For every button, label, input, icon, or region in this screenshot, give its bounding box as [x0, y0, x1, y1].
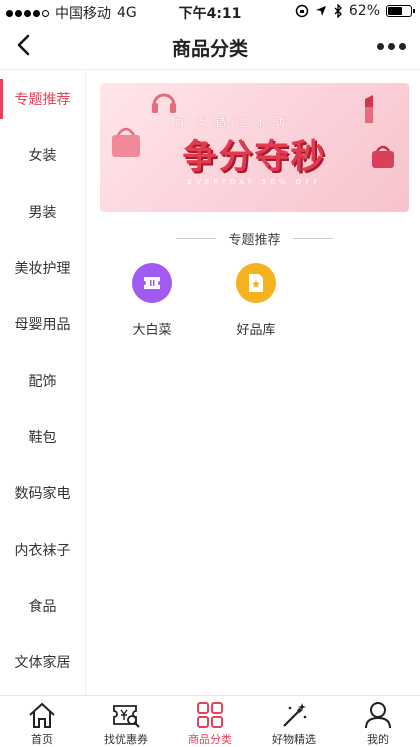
sidebar-item-baby[interactable]: 母婴用品 [0, 296, 85, 352]
category-sidebar: 专题推荐 女装 男装 美妆护理 母婴用品 配饰 鞋包 数码家电 内衣袜子 食品 … [0, 71, 86, 695]
content-area: 好货错过不再 争分夺秒 EVERYDAY 50% OFF 专题推荐 大白菜 好品… [86, 71, 420, 695]
tab-profile[interactable]: 我的 [336, 696, 420, 747]
sidebar-item-women[interactable]: 女装 [0, 127, 85, 183]
magic-wand-icon [283, 703, 307, 727]
divider-left [176, 237, 217, 239]
sidebar-item-shoes-bags[interactable]: 鞋包 [0, 409, 85, 465]
section-title: 专题推荐 [100, 228, 409, 248]
location-icon [315, 6, 326, 16]
section-title-text: 专题推荐 [228, 232, 281, 248]
banner-top-text: 好货错过不再 [175, 116, 295, 129]
sidebar-item-beauty[interactable]: 美妆护理 [0, 240, 85, 296]
battery-icon [386, 5, 415, 17]
ticket-icon [132, 263, 172, 303]
rotation-lock-icon [295, 4, 309, 18]
tab-coupons[interactable]: 找优惠券 [84, 696, 168, 747]
bluetooth-icon [334, 4, 342, 18]
sidebar-item-home[interactable]: 文体家居 [0, 634, 85, 690]
coupon-search-icon [113, 705, 140, 728]
battery-text: 62% [348, 3, 380, 19]
promo-banner[interactable]: 好货错过不再 争分夺秒 EVERYDAY 50% OFF [100, 83, 409, 212]
tab-categories[interactable]: 商品分类 [168, 696, 252, 747]
category-item-dabaicai[interactable]: 大白菜 [100, 263, 204, 338]
sidebar-item-underwear[interactable]: 内衣袜子 [0, 521, 85, 577]
lipstick-icon [365, 95, 373, 123]
tab-label: 首页 [31, 733, 53, 746]
status-bar: 中国移动 4G 下午4:11 62% [0, 0, 420, 22]
category-label: 好品库 [236, 323, 276, 338]
tab-label: 好物精选 [272, 733, 316, 746]
more-dots-icon[interactable] [376, 36, 406, 56]
sidebar-item-electronics[interactable]: 数码家电 [0, 465, 85, 521]
tab-label: 我的 [367, 733, 389, 746]
sidebar-item-accessories[interactable]: 配饰 [0, 352, 85, 408]
tab-label: 找优惠券 [104, 733, 148, 746]
banner-main-text: 争分夺秒 [182, 137, 327, 177]
bottom-tab-bar: 首页 找优惠券 商品分类 好物精选 我的 [0, 695, 420, 747]
category-item-haopinku[interactable]: 好品库 [204, 263, 308, 338]
tab-featured[interactable]: 好物精选 [252, 696, 336, 747]
home-icon [29, 702, 55, 728]
tab-label: 商品分类 [188, 733, 232, 746]
grid-icon [197, 702, 223, 728]
user-icon [365, 702, 391, 729]
star-document-icon [236, 263, 276, 303]
tab-home[interactable]: 首页 [0, 696, 84, 747]
divider-right [292, 237, 333, 239]
nav-bar: 商品分类 [0, 22, 420, 70]
status-right: 62% [295, 3, 415, 19]
category-grid: 大白菜 好品库 [100, 263, 409, 338]
sidebar-item-food[interactable]: 食品 [0, 578, 85, 634]
page-title: 商品分类 [171, 38, 248, 60]
sidebar-item-men[interactable]: 男装 [0, 184, 85, 240]
category-label: 大白菜 [132, 323, 172, 338]
sidebar-item-topics[interactable]: 专题推荐 [0, 71, 85, 127]
headphones-icon [152, 93, 176, 113]
banner-sub-text: EVERYDAY 50% OFF [187, 178, 322, 186]
